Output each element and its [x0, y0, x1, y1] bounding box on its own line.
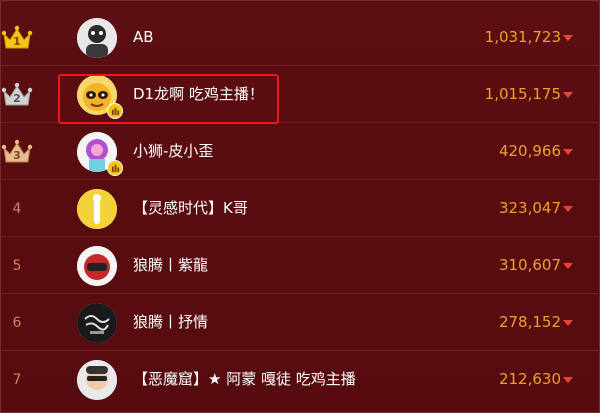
leaderboard-row[interactable]: 6 狼腾丨抒情 278,152 — [1, 294, 600, 351]
streamer-name[interactable]: 【恶魔窟】★ 阿蒙 嘎徒 吃鸡主播 — [133, 351, 356, 408]
leaderboard-row[interactable]: 3 小狮-皮小歪 420,966 — [1, 123, 600, 180]
avatar[interactable] — [77, 189, 117, 229]
score-value: 212,630 — [498, 370, 561, 388]
vip-badge-icon — [107, 160, 123, 176]
rank-number: 4 — [12, 200, 22, 217]
rank-number: 7 — [12, 371, 22, 388]
streamer-name[interactable]: 狼腾丨紫龍 — [133, 237, 208, 294]
streamer-name[interactable]: 狼腾丨抒情 — [133, 294, 208, 351]
rank-number: 2 — [13, 91, 21, 105]
dropdown-arrow-icon[interactable] — [563, 35, 573, 41]
streamer-name[interactable]: 小狮-皮小歪 — [133, 123, 213, 180]
score-value: 278,152 — [498, 313, 561, 331]
avatar[interactable] — [77, 303, 117, 343]
avatar[interactable] — [77, 18, 117, 58]
leaderboard-panel: 1 AB 1,031,723 2 D1龙啊 吃鸡主播！ 1,015,175 3 … — [0, 0, 600, 413]
rank-number: 3 — [13, 148, 21, 162]
dropdown-arrow-icon[interactable] — [563, 206, 573, 212]
score-value: 310,607 — [498, 256, 561, 274]
leaderboard-row[interactable]: 5 狼腾丨紫龍 310,607 — [1, 237, 600, 294]
score-value: 1,031,723 — [484, 28, 561, 46]
rank-number: 1 — [13, 34, 21, 48]
dropdown-arrow-icon[interactable] — [563, 377, 573, 383]
rank-number: 5 — [12, 257, 22, 274]
streamer-name[interactable]: AB — [133, 9, 154, 66]
dropdown-arrow-icon[interactable] — [563, 92, 573, 98]
bronze-crown-icon: 3 — [1, 139, 33, 165]
silver-crown-icon: 2 — [1, 82, 33, 108]
score-value: 420,966 — [498, 142, 561, 160]
dropdown-arrow-icon[interactable] — [563, 149, 573, 155]
streamer-name[interactable]: 【灵感时代】K哥 — [133, 180, 248, 237]
selection-highlight — [58, 74, 279, 124]
score-value: 1,015,175 — [484, 85, 561, 103]
rank-cell: 2 — [1, 66, 33, 123]
dropdown-arrow-icon[interactable] — [563, 320, 573, 326]
rank-cell: 3 — [1, 123, 33, 180]
rank-number: 6 — [12, 314, 22, 331]
rank-cell: 1 — [1, 9, 33, 66]
gold-crown-icon: 1 — [1, 25, 33, 51]
leaderboard-row[interactable]: 4 【灵感时代】K哥 323,047 — [1, 180, 600, 237]
leaderboard-row[interactable]: 1 AB 1,031,723 — [1, 9, 600, 66]
dropdown-arrow-icon[interactable] — [563, 263, 573, 269]
avatar[interactable] — [77, 360, 117, 400]
score-value: 323,047 — [498, 199, 561, 217]
leaderboard-row[interactable]: 7 【恶魔窟】★ 阿蒙 嘎徒 吃鸡主播 212,630 — [1, 351, 600, 408]
avatar[interactable] — [77, 246, 117, 286]
